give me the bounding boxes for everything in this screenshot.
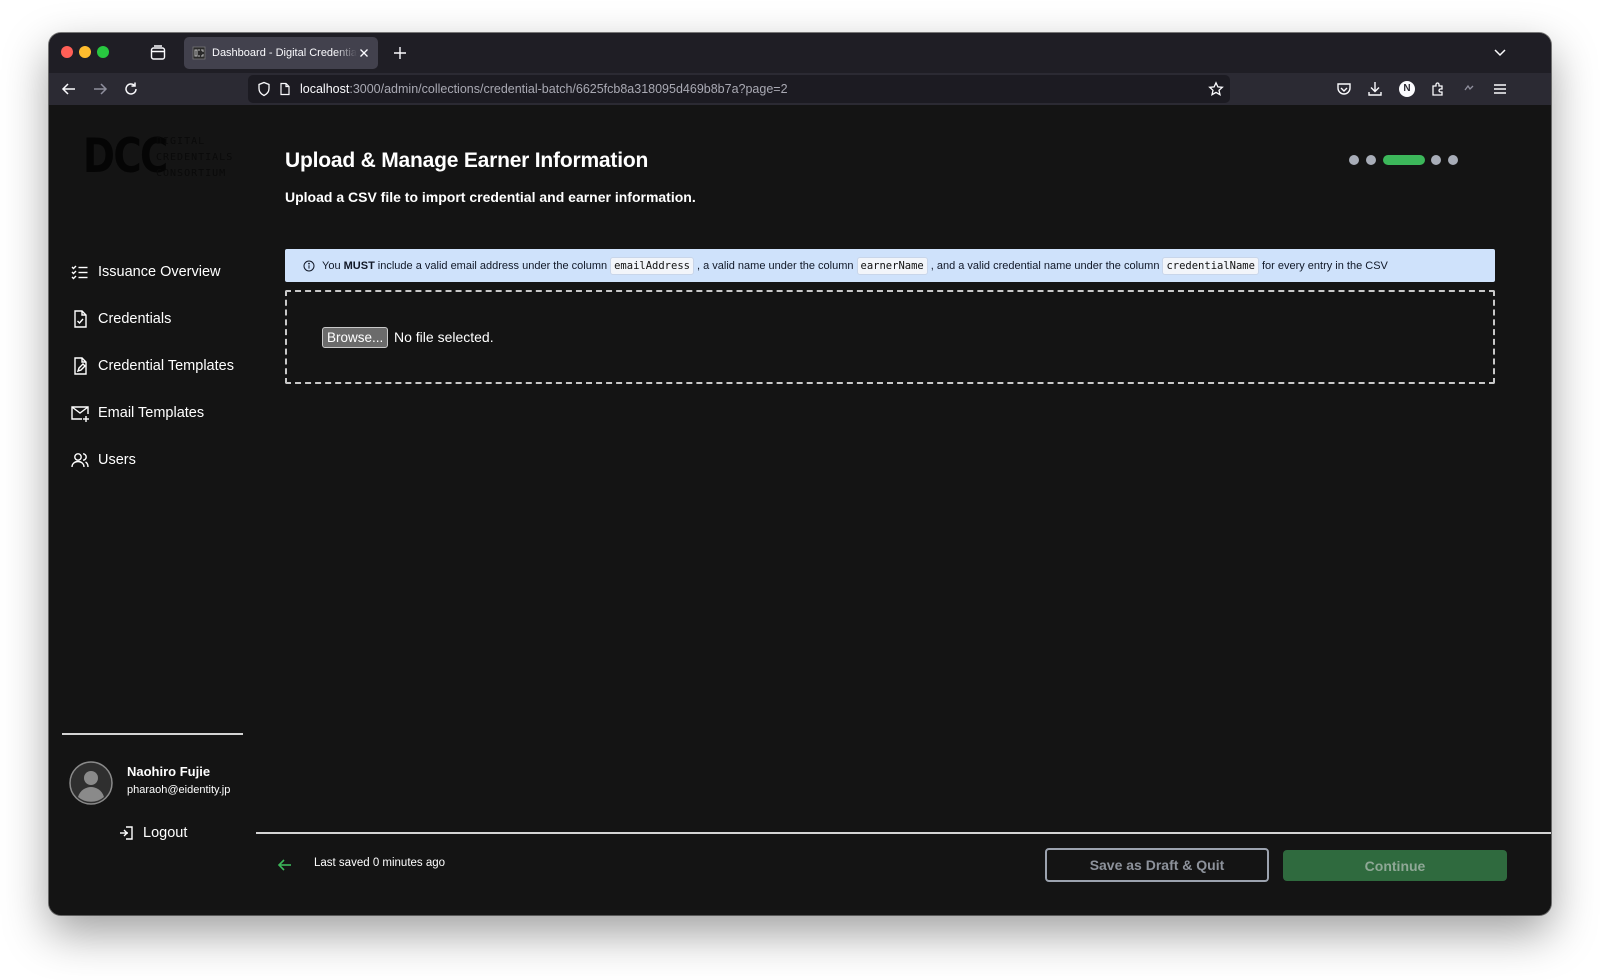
info-icon: [303, 260, 315, 271]
users-icon: [71, 453, 89, 468]
file-status: No file selected.: [394, 329, 494, 345]
logout-icon: [120, 826, 133, 840]
csv-upload-dropzone[interactable]: Browse... No file selected.: [285, 290, 1495, 384]
dcc-logo[interactable]: DCC DIGITAL CREDENTIALS CONSORTIUM: [83, 129, 232, 184]
reload-icon[interactable]: [122, 80, 140, 98]
sidebar-divider: [62, 733, 243, 735]
logout-label: Logout: [143, 825, 188, 841]
save-draft-button[interactable]: Save as Draft & Quit: [1045, 848, 1269, 882]
back-icon[interactable]: [60, 80, 78, 98]
progress-step-current: [1383, 155, 1425, 165]
alert-text-4: for every entry in the CSV: [1261, 259, 1388, 272]
sidebar-item-email-templates[interactable]: Email Templates: [70, 399, 204, 427]
sidebar-item-credential-templates[interactable]: Credential Templates: [70, 352, 234, 380]
tab-bar: Dashboard - Digital Credentials Consorti…: [49, 33, 1551, 73]
sidebar-item-label: Credential Templates: [98, 358, 234, 374]
alert-prefix: You: [322, 259, 341, 272]
logo-line-3: CONSORTIUM: [156, 168, 227, 179]
alert-text-1: include a valid email address under the …: [377, 259, 608, 272]
address-bar[interactable]: localhost:3000/admin/collections/credent…: [248, 75, 1230, 103]
progress-step-4: [1431, 155, 1441, 165]
alert-text-2: , a valid name under the column: [696, 259, 854, 272]
browse-button[interactable]: Browse...: [322, 327, 389, 348]
url-path: :3000/admin/collections/credential-batch…: [349, 82, 788, 96]
logo-line-1: DIGITAL: [156, 136, 206, 147]
profile-avatar[interactable]: N: [1399, 81, 1415, 97]
pocket-icon[interactable]: [1335, 80, 1353, 98]
main-panel: Upload & Manage Earner Information Uploa…: [256, 105, 1551, 915]
sidebar-item-users[interactable]: Users: [70, 446, 136, 474]
csv-requirements-alert: You MUST include a valid email address u…: [285, 249, 1495, 282]
last-saved-text: Last saved 0 minutes ago: [314, 857, 446, 869]
extension-icon[interactable]: [1460, 80, 1478, 98]
navigation-toolbar: localhost:3000/admin/collections/credent…: [49, 73, 1551, 105]
column-code-name: earnerName: [856, 256, 928, 275]
column-code-credential: credentialName: [1162, 256, 1259, 275]
document-edit-icon: [74, 357, 87, 375]
alert-text-3: , and a valid credential name under the …: [930, 259, 1160, 272]
document-check-icon: [74, 310, 87, 328]
mail-plus-icon: [71, 406, 89, 422]
minimize-window-button[interactable]: [79, 46, 91, 58]
menu-icon[interactable]: [1491, 80, 1509, 98]
progress-step-2: [1366, 155, 1376, 165]
logout-button[interactable]: Logout: [118, 825, 187, 841]
sidebar-item-issuance-overview[interactable]: Issuance Overview: [70, 258, 221, 286]
new-tab-icon[interactable]: [392, 45, 408, 61]
list-check-icon: [71, 265, 88, 280]
favicon-icon: [192, 46, 206, 60]
logo-mark: DCC: [83, 129, 168, 184]
progress-step-5: [1448, 155, 1458, 165]
bookmark-star-icon[interactable]: [1208, 81, 1224, 97]
back-arrow-icon[interactable]: [277, 857, 293, 873]
url-text: localhost:3000/admin/collections/credent…: [300, 82, 788, 96]
progress-step-1: [1349, 155, 1359, 165]
sidebar-item-label: Users: [98, 452, 136, 468]
page-title: Upload & Manage Earner Information: [285, 149, 649, 172]
forward-icon[interactable]: [91, 80, 109, 98]
app-content: DCC DIGITAL CREDENTIALS CONSORTIUM Issua…: [49, 105, 1551, 915]
tracking-protection-icon[interactable]: [256, 81, 272, 97]
sidebar-item-label: Issuance Overview: [98, 264, 221, 280]
column-code-email: emailAddress: [610, 256, 694, 275]
list-all-tabs-icon[interactable]: [1493, 47, 1507, 59]
url-host: localhost: [300, 82, 350, 96]
extensions-icon[interactable]: [1429, 80, 1447, 98]
sidebar: DCC DIGITAL CREDENTIALS CONSORTIUM Issua…: [49, 105, 256, 915]
close-tab-icon[interactable]: [358, 47, 370, 59]
sidebar-item-label: Credentials: [98, 311, 172, 327]
footer-divider: [256, 832, 1551, 834]
user-email: pharaoh@eidentity.jp: [127, 784, 231, 796]
logo-line-2: CREDENTIALS: [156, 152, 234, 163]
logo-wordmark: DIGITAL CREDENTIALS CONSORTIUM: [156, 134, 233, 182]
downloads-icon[interactable]: [1366, 80, 1384, 98]
browser-window: Dashboard - Digital Credentials Consorti…: [49, 33, 1551, 915]
sidebar-item-label: Email Templates: [98, 405, 205, 421]
maximize-window-button[interactable]: [97, 46, 109, 58]
page-info-icon[interactable]: [278, 82, 292, 96]
close-window-button[interactable]: [61, 46, 73, 58]
tab-dashboard[interactable]: Dashboard - Digital Credentials Consorti…: [184, 37, 378, 69]
alert-emphasis: MUST: [343, 259, 375, 272]
tab-title: Dashboard - Digital Credentials Consorti…: [212, 47, 357, 59]
avatar[interactable]: [69, 761, 113, 805]
user-name: Naohiro Fujie: [127, 764, 211, 779]
page-subtitle: Upload a CSV file to import credential a…: [285, 189, 696, 205]
sidebar-item-credentials[interactable]: Credentials: [70, 305, 171, 333]
continue-button[interactable]: Continue: [1283, 850, 1507, 881]
tab-overview-icon[interactable]: [149, 44, 167, 62]
